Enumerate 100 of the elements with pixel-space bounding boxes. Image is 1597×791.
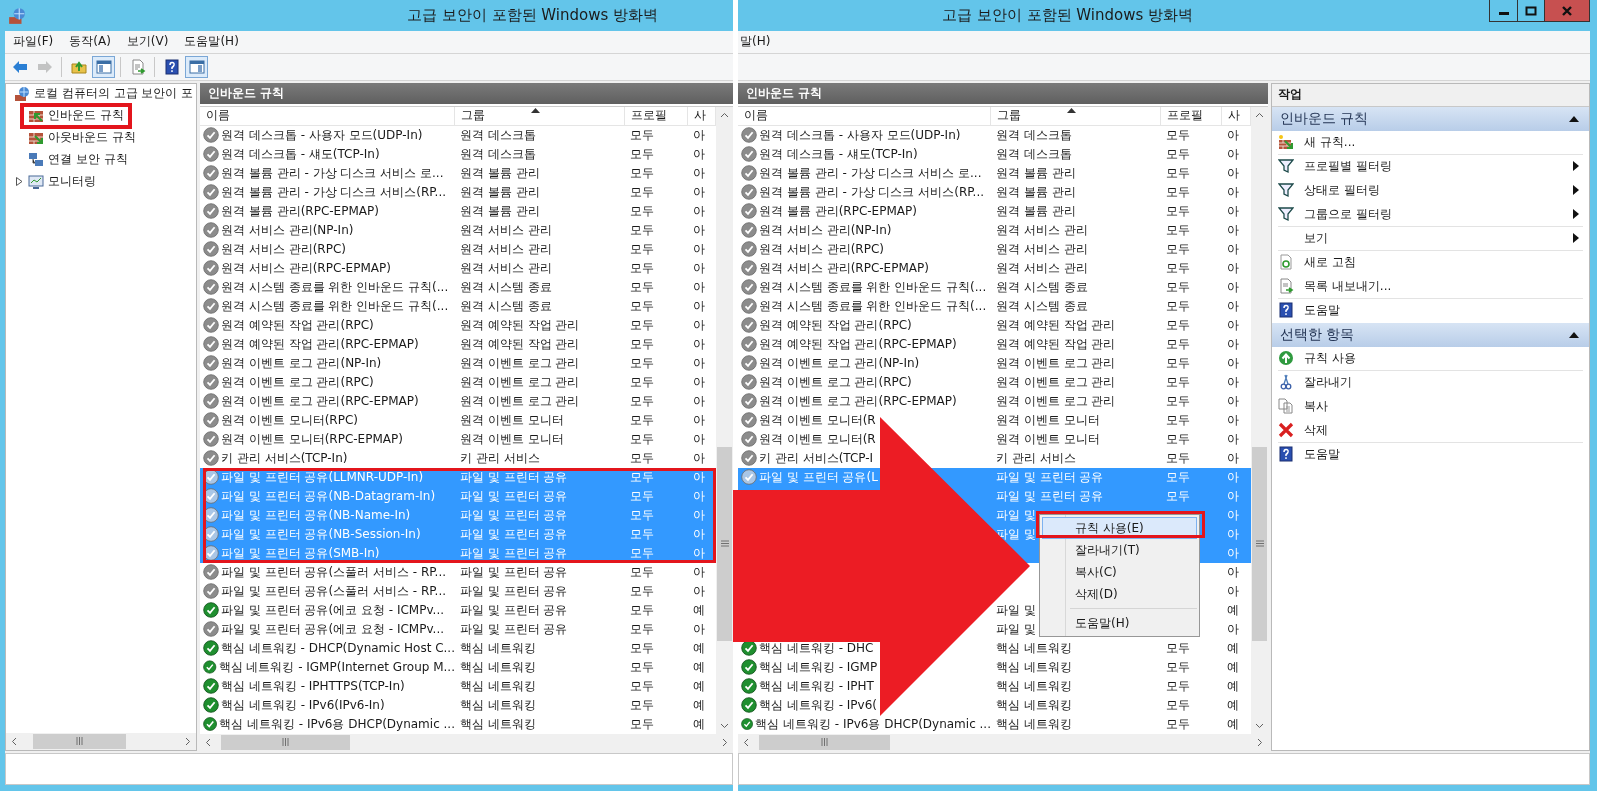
table-row[interactable]: 핵심 네트워킹 - IGMP 핵심 네트워킹 모두 예	[738, 657, 1251, 677]
table-row[interactable]: 원격 시스템 종료를 위한 인바운드 규칙(... 원격 시스템 종료 모두 아	[200, 296, 716, 316]
pane-toggle-button[interactable]	[92, 55, 115, 78]
table-row[interactable]: 핵심 네트워킹 - IPv6용 DHCP(Dynamic ... 핵심 네트워킹 모두 예	[200, 714, 716, 734]
table-row[interactable]: 원격 볼륨 관리 - 가상 디스크 서비스 로... 원격 볼륨 관리 모두 아	[200, 163, 716, 183]
action-item[interactable]: 복사	[1278, 394, 1583, 419]
table-row[interactable]: 원격 이벤트 모니터(RPC-EPMAP) 원격 이벤트 모니터 모두 아	[200, 429, 716, 449]
up-arrow-icon	[1278, 350, 1294, 367]
table-row[interactable]: 원격 이벤트 모니터(R 원격 이벤트 모니터 모두 아	[738, 410, 1251, 430]
scroll-thumb[interactable]	[1252, 446, 1267, 641]
table-row[interactable]: 핵심 네트워킹 - IGMP(Internet Group M... 핵심 네트워킹 모두 예	[200, 657, 716, 677]
action-item[interactable]: 도움말	[1278, 442, 1583, 467]
table-cell: 아	[693, 411, 705, 429]
vertical-scrollbar[interactable]	[716, 106, 733, 734]
table-row[interactable]: 파일 및 프린터 공유(에코 요청 - ICMPv... 파일 및 프린터 공유 모두 아	[200, 619, 716, 639]
table-row[interactable]: 원격 시스템 종료를 위한 인바운드 규칙(... 원격 시스템 종료 모두 아	[738, 277, 1251, 297]
table-row[interactable]: 원격 서비스 관리(RPC-EPMAP) 원격 서비스 관리 모두 아	[200, 258, 716, 278]
filter-icon	[1278, 206, 1294, 223]
table-row[interactable]: 원격 볼륨 관리(RPC-EPMAP) 원격 볼륨 관리 모두 아	[200, 201, 716, 221]
table-row[interactable]: 원격 이벤트 로그 관리(NP-In) 원격 이벤트 로그 관리 모두 아	[200, 353, 716, 373]
menu-item[interactable]: 도움말(H)	[1042, 612, 1197, 634]
action-item[interactable]: 그룹으로 필터링	[1278, 202, 1583, 227]
table-row[interactable]: 파일 및 프린터 공유(스풀러 서비스 - RP... 파일 및 프린터 공유 모두 아	[200, 581, 716, 601]
table-row[interactable]: 원격 볼륨 관리 - 가상 디스크 서비스(RP... 원격 볼륨 관리 모두 아	[200, 182, 716, 202]
table-row[interactable]: 원격 예약된 작업 관리(RPC-EPMAP) 원격 예약된 작업 관리 모두 아	[200, 334, 716, 354]
table-row[interactable]: 원격 예약된 작업 관리(RPC) 원격 예약된 작업 관리 모두 아	[738, 315, 1251, 335]
close-button[interactable]	[1544, 0, 1589, 21]
table-row[interactable]: 원격 서비스 관리(RPC) 원격 서비스 관리 모두 아	[200, 239, 716, 259]
expand-arrow-icon[interactable]	[16, 177, 23, 187]
table-row[interactable]: 원격 데스크톱 - 섀도(TCP-In) 원격 데스크톱 모두 아	[200, 144, 716, 164]
menu-item[interactable]: 잘라내기(T)	[1042, 539, 1197, 561]
table-row[interactable]: 핵심 네트워킹 - IPHT 핵심 네트워킹 모두 예	[738, 676, 1251, 696]
table-row[interactable]: 원격 예약된 작업 관리(RPC-EPMAP) 원격 예약된 작업 관리 모두 아	[738, 334, 1251, 354]
action-item[interactable]: 잘라내기	[1278, 370, 1583, 395]
table-row[interactable]: 파일 및 프린터 공유(스풀러 서비스 - RP... 파일 및 프린터 공유 모두 아	[200, 562, 716, 582]
section-header[interactable]: 인바운드 규칙	[1272, 106, 1589, 131]
table-cell: 원격 데스크톱	[460, 145, 536, 163]
table-row[interactable]: 원격 이벤트 로그 관리(RPC-EPMAP) 원격 이벤트 로그 관리 모두 아	[200, 391, 716, 411]
collapse-arrow-icon[interactable]	[1569, 331, 1579, 338]
table-row[interactable]: 원격 이벤트 모니터(RPC) 원격 이벤트 모니터 모두 아	[200, 410, 716, 430]
table-cell: 모두	[1166, 202, 1190, 220]
table-row[interactable]: 핵심 네트워킹 - IPHTTPS(TCP-In) 핵심 네트워킹 모두 예	[200, 676, 716, 696]
action-item[interactable]: 프로필별 필터링	[1278, 154, 1583, 179]
menu-item[interactable]: 삭제(D)	[1042, 583, 1197, 605]
menu-item[interactable]: 복사(C)	[1042, 561, 1197, 583]
table-row[interactable]: 원격 서비스 관리(NP-In) 원격 서비스 관리 모두 아	[738, 220, 1251, 240]
table-cell: 핵심 네트워킹 - DHCP(Dynamic Host C...	[220, 639, 455, 657]
action-item[interactable]: 도움말	[1278, 298, 1583, 323]
table-row[interactable]: 원격 데스크톱 - 사용자 모드(UDP-In) 원격 데스크톱 모두 아	[738, 125, 1251, 145]
table-row[interactable]: 원격 예약된 작업 관리(RPC) 원격 예약된 작업 관리 모두 아	[200, 315, 716, 335]
table-row[interactable]: 원격 볼륨 관리 - 가상 디스크 서비스(RP... 원격 볼륨 관리 모두 아	[738, 182, 1251, 202]
section-header[interactable]: 선택한 항목	[1272, 322, 1589, 347]
table-row[interactable]: 원격 서비스 관리(RPC-EPMAP) 원격 서비스 관리 모두 아	[738, 258, 1251, 278]
table-row[interactable]: 원격 데스크톱 - 사용자 모드(UDP-In) 원격 데스크톱 모두 아	[200, 125, 716, 145]
scroll-thumb[interactable]	[717, 446, 732, 641]
menu-item[interactable]: 동작(A)	[61, 33, 119, 51]
scroll-thumb[interactable]	[33, 733, 126, 749]
action-item[interactable]: 보기	[1278, 226, 1583, 251]
table-row[interactable]: 핵심 네트워킹 - IPv6(IPv6-In) 핵심 네트워킹 모두 예	[200, 695, 716, 715]
table-row[interactable]: 핵심 네트워킹 - IPv6( 핵심 네트워킹 모두 예	[738, 695, 1251, 715]
table-row[interactable]: 원격 이벤트 모니터(R 원격 이벤트 모니터 모두 아	[738, 429, 1251, 449]
table-row[interactable]: 원격 볼륨 관리 - 가상 디스크 서비스 로... 원격 볼륨 관리 모두 아	[738, 163, 1251, 183]
tree-item[interactable]: 인바운드 규칙	[20, 102, 132, 129]
table-cell: 아	[693, 297, 705, 315]
table-row[interactable]: 핵심 네트워킹 - DHCP(Dynamic Host C... 핵심 네트워킹 모두 예	[200, 638, 716, 658]
table-row[interactable]: 원격 이벤트 로그 관리(RPC) 원격 이벤트 로그 관리 모두 아	[200, 372, 716, 392]
table-row[interactable]: 원격 이벤트 로그 관리(NP-In) 원격 이벤트 로그 관리 모두 아	[738, 353, 1251, 373]
table-cell: 원격 서비스 관리	[996, 240, 1088, 258]
table-row[interactable]: 키 관리 서비스(TCP-In) 키 관리 서비스 모두 아	[200, 448, 716, 468]
table-cell: 원격 서비스 관리(RPC-EPMAP)	[221, 259, 391, 277]
table-row[interactable]: 원격 이벤트 로그 관리(RPC-EPMAP) 원격 이벤트 로그 관리 모두 아	[738, 391, 1251, 411]
table-row[interactable]: 원격 볼륨 관리(RPC-EPMAP) 원격 볼륨 관리 모두 아	[738, 201, 1251, 221]
table-cell: 모두	[630, 544, 654, 562]
scroll-thumb[interactable]	[221, 734, 350, 750]
horizontal-scrollbar[interactable]	[738, 733, 1268, 751]
pane-toggle-button[interactable]	[185, 55, 208, 78]
menu-item[interactable]: 말(H)	[738, 33, 779, 51]
table-row[interactable]: 원격 서비스 관리(RPC) 원격 서비스 관리 모두 아	[738, 239, 1251, 259]
table-row[interactable]: 원격 데스크톱 - 섀도(TCP-In) 원격 데스크톱 모두 아	[738, 144, 1251, 164]
action-item[interactable]: 규칙 사용	[1278, 346, 1583, 371]
table-row[interactable]: 키 관리 서비스(TCP-I 키 관리 서비스 모두 아	[738, 448, 1251, 468]
vertical-scrollbar[interactable]	[1251, 106, 1268, 734]
scroll-thumb[interactable]	[759, 734, 890, 750]
table-row[interactable]: 원격 이벤트 로그 관리(RPC) 원격 이벤트 로그 관리 모두 아	[738, 372, 1251, 392]
table-row[interactable]: 핵심 네트워킹 - IPv6용 DHCP(Dynamic ... 핵심 네트워킹 모두 예	[738, 714, 1251, 734]
action-item[interactable]: 새로 고침	[1278, 250, 1583, 275]
horizontal-scrollbar[interactable]	[200, 733, 733, 751]
action-item[interactable]: 상태로 필터링	[1278, 178, 1583, 203]
collapse-arrow-icon[interactable]	[1569, 115, 1579, 122]
menu-item[interactable]: 도움말(H)	[176, 33, 247, 51]
action-item[interactable]: 새 규칙...	[1278, 130, 1583, 155]
menu-item[interactable]: 파일(F)	[5, 33, 62, 51]
table-row[interactable]: 원격 시스템 종료를 위한 인바운드 규칙(... 원격 시스템 종료 모두 아	[200, 277, 716, 297]
table-row[interactable]: 원격 시스템 종료를 위한 인바운드 규칙(... 원격 시스템 종료 모두 아	[738, 296, 1251, 316]
table-row[interactable]: 파일 및 프린터 공유(에코 요청 - ICMPv... 파일 및 프린터 공유 모두 예	[200, 600, 716, 620]
menu-item[interactable]: 보기(V)	[118, 33, 177, 51]
horizontal-scrollbar[interactable]	[6, 732, 196, 750]
table-row[interactable]: 원격 서비스 관리(NP-In) 원격 서비스 관리 모두 아	[200, 220, 716, 240]
action-item[interactable]: 목록 내보내기...	[1278, 274, 1583, 299]
action-item[interactable]: 삭제	[1278, 418, 1583, 443]
